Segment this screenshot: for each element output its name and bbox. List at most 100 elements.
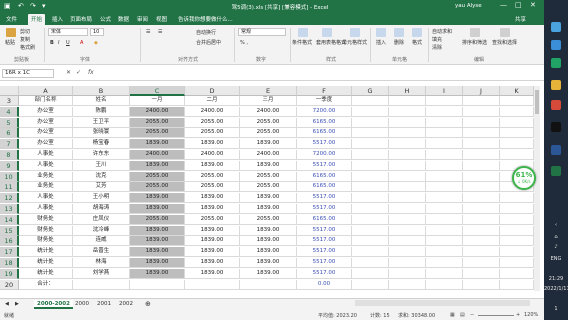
- italic-button[interactable]: I: [58, 40, 59, 46]
- grid-cell[interactable]: 1839.00: [130, 139, 185, 150]
- sheet-tab-2000-2002[interactable]: 2000-2002: [34, 300, 73, 309]
- grid-cell[interactable]: [352, 139, 389, 150]
- grid-cell[interactable]: 1839.00: [130, 160, 185, 171]
- grid-cell[interactable]: 2055.00: [185, 128, 240, 139]
- grid-cell[interactable]: 2055.00: [240, 182, 297, 193]
- tab-insert[interactable]: 插入: [52, 15, 63, 23]
- row-header[interactable]: 11: [0, 182, 19, 193]
- grid-cell[interactable]: 2400.00: [185, 150, 240, 160]
- grid-cell[interactable]: 1839.00: [185, 247, 240, 258]
- grid-cell[interactable]: [463, 160, 500, 171]
- grid-cell[interactable]: [389, 160, 426, 171]
- grid-cell[interactable]: [426, 225, 463, 236]
- grid-cell[interactable]: [463, 236, 500, 247]
- grid-cell[interactable]: 1839.00: [240, 204, 297, 214]
- tell-me-search[interactable]: 告诉我你想要做什么...: [178, 15, 233, 23]
- row-header[interactable]: 16: [0, 236, 19, 247]
- folder-icon[interactable]: [551, 80, 561, 90]
- grid-cell[interactable]: [352, 268, 389, 279]
- grid-cell[interactable]: 张晓寰: [73, 128, 130, 139]
- grid-cell[interactable]: [352, 160, 389, 171]
- notification-badge[interactable]: 1: [544, 306, 568, 312]
- zoom-slider[interactable]: [478, 315, 514, 316]
- grid-cell[interactable]: 1839.00: [240, 236, 297, 247]
- grid-cell[interactable]: 人事处: [19, 204, 73, 214]
- grid-cell[interactable]: 业务处: [19, 182, 73, 193]
- wrap-text-button[interactable]: 自动换行: [196, 29, 216, 36]
- grid-cell[interactable]: [463, 225, 500, 236]
- grid-cell[interactable]: [352, 214, 389, 225]
- view-normal-icon[interactable]: ▦: [450, 312, 455, 318]
- grid-cell[interactable]: [463, 139, 500, 150]
- grid-cell[interactable]: [389, 139, 426, 150]
- grid-cell[interactable]: 财务处: [19, 225, 73, 236]
- grid-cell[interactable]: 胡海涛: [73, 204, 130, 214]
- grid-cell[interactable]: 6165.00: [297, 117, 352, 128]
- grid-cell[interactable]: [426, 214, 463, 225]
- column-header-c[interactable]: C: [130, 86, 185, 96]
- grid-cell[interactable]: 业务处: [19, 171, 73, 182]
- row-header[interactable]: 6: [0, 128, 19, 139]
- grid-cell[interactable]: [500, 225, 534, 236]
- grid-cell[interactable]: 2400.00: [130, 106, 185, 117]
- row-header[interactable]: 20: [0, 279, 19, 290]
- minimize-button[interactable]: —: [500, 1, 507, 9]
- grid-cell[interactable]: [352, 204, 389, 214]
- row-header[interactable]: 3: [0, 96, 19, 106]
- view-page-layout-icon[interactable]: ▤: [460, 312, 465, 318]
- grid-cell[interactable]: 三月: [240, 96, 297, 106]
- grid-cell[interactable]: 王小明: [73, 193, 130, 204]
- delete-cells-icon[interactable]: [394, 28, 404, 37]
- grid-cell[interactable]: 2055.00: [130, 214, 185, 225]
- grid-cell[interactable]: 办公室: [19, 117, 73, 128]
- sheet-nav-next-icon[interactable]: ▶: [12, 300, 22, 309]
- grid-cell[interactable]: [352, 128, 389, 139]
- grid-cell[interactable]: 统计处: [19, 258, 73, 268]
- app-icon[interactable]: [551, 100, 561, 110]
- quick-access-more-icon[interactable]: ▾: [42, 2, 46, 10]
- tab-file[interactable]: 文件: [6, 15, 17, 23]
- format-painter-button[interactable]: 格式刷: [20, 44, 35, 51]
- column-header-a[interactable]: A: [19, 86, 73, 96]
- format-cells-button[interactable]: 格式: [412, 39, 422, 46]
- grid-cell[interactable]: [426, 247, 463, 258]
- formula-input[interactable]: [100, 69, 530, 78]
- grid-cell[interactable]: 合计：: [19, 279, 73, 290]
- cell-styles-button[interactable]: 单元格样式: [342, 39, 367, 46]
- insert-cells-button[interactable]: 插入: [376, 39, 386, 46]
- grid-cell[interactable]: [389, 193, 426, 204]
- grid-cell[interactable]: [463, 106, 500, 117]
- grid-cell[interactable]: [426, 106, 463, 117]
- grid-cell[interactable]: 杨宝春: [73, 139, 130, 150]
- grid-cell[interactable]: [426, 150, 463, 160]
- column-header-g[interactable]: G: [352, 86, 389, 96]
- user-name[interactable]: yau Alyse: [455, 3, 482, 9]
- grid-cell[interactable]: 7200.00: [297, 150, 352, 160]
- grid-cell[interactable]: 办公室: [19, 106, 73, 117]
- grid-cell[interactable]: [426, 193, 463, 204]
- grid-cell[interactable]: [352, 236, 389, 247]
- underline-button[interactable]: U: [66, 40, 70, 46]
- app-icon[interactable]: [551, 145, 561, 155]
- grid-cell[interactable]: [389, 268, 426, 279]
- grid-cell[interactable]: [352, 247, 389, 258]
- grid-cell[interactable]: [463, 182, 500, 193]
- grid-cell[interactable]: [389, 279, 426, 290]
- grid-cell[interactable]: 2055.00: [185, 182, 240, 193]
- grid-cell[interactable]: 5517.00: [297, 193, 352, 204]
- grid-cell[interactable]: 姓名: [73, 96, 130, 106]
- grid-cell[interactable]: [352, 96, 389, 106]
- grid-cell[interactable]: 2400.00: [240, 150, 297, 160]
- grid-cell[interactable]: 1839.00: [185, 268, 240, 279]
- grid-cell[interactable]: [426, 160, 463, 171]
- grid-cell[interactable]: [426, 268, 463, 279]
- fill-button[interactable]: 填充: [432, 36, 442, 43]
- cell-styles-icon[interactable]: [350, 28, 360, 37]
- grid-cell[interactable]: 5517.00: [297, 268, 352, 279]
- performance-widget[interactable]: 61% ↓ 0K/s: [512, 166, 536, 190]
- find-select-icon[interactable]: [500, 28, 510, 37]
- grid-cell[interactable]: 2055.00: [240, 214, 297, 225]
- grid-cell[interactable]: [463, 150, 500, 160]
- column-header-d[interactable]: D: [185, 86, 240, 96]
- grid-cell[interactable]: [463, 279, 500, 290]
